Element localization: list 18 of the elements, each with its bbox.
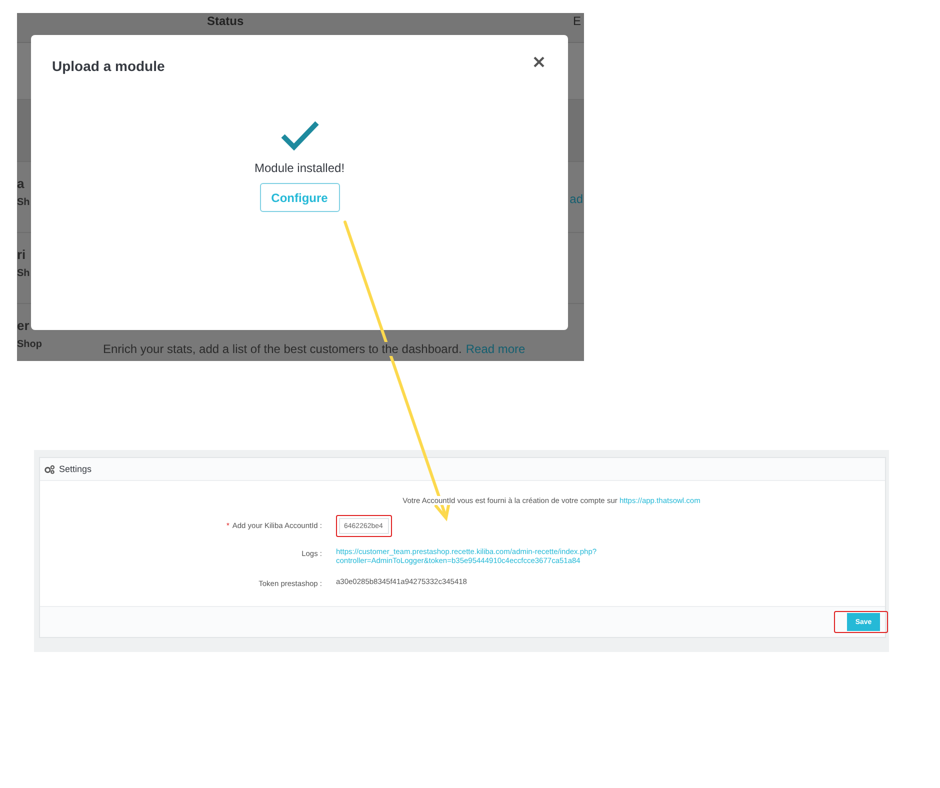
dialog-title: Upload a module bbox=[52, 58, 165, 74]
configure-button[interactable]: Configure bbox=[260, 183, 340, 212]
column-header: E bbox=[572, 14, 581, 28]
module-author: Shop bbox=[17, 339, 43, 350]
module-name: ri bbox=[17, 247, 27, 262]
module-name: a bbox=[17, 176, 26, 191]
module-name: er bbox=[17, 318, 30, 333]
module-author: Sh bbox=[17, 197, 31, 208]
column-header: Status bbox=[207, 14, 244, 28]
read-more-link[interactable]: ad bbox=[570, 192, 583, 206]
module-description: Enrich your stats, add a list of the best customers to the dashboard. bbox=[103, 342, 462, 356]
checkmark-icon bbox=[280, 119, 320, 151]
close-icon[interactable] bbox=[533, 56, 545, 68]
module-author: Sh bbox=[17, 268, 31, 279]
read-more-link[interactable]: Read more bbox=[466, 342, 526, 356]
panel-title: Settings bbox=[59, 464, 92, 474]
success-message: Module installed! bbox=[254, 161, 345, 175]
gears-icon bbox=[44, 464, 55, 474]
